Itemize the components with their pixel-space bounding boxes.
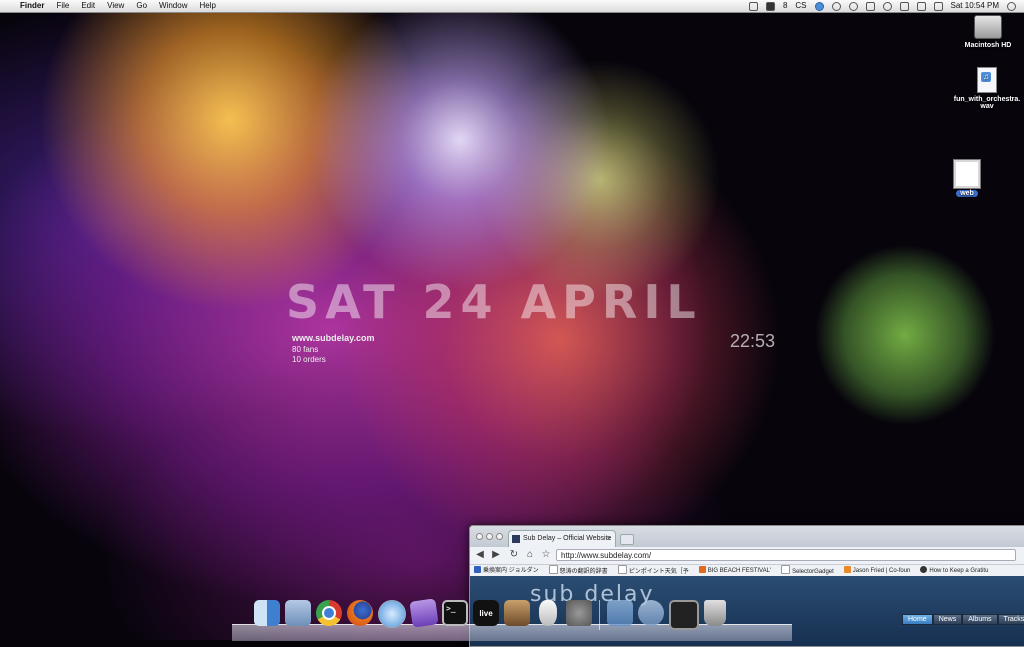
zoom-window-button[interactable]	[496, 533, 503, 540]
system-preferences-icon[interactable]	[566, 600, 592, 626]
wallpaper-site-info: www.subdelay.com 80 fans 10 orders	[292, 333, 375, 365]
chrome-icon[interactable]	[316, 600, 342, 626]
menulet-globe-icon[interactable]	[814, 2, 824, 11]
menulet-cs[interactable]: CS	[795, 0, 806, 12]
menu-clock[interactable]: Sat 10:54 PM	[951, 0, 999, 12]
preview-icon[interactable]	[285, 600, 311, 626]
new-tab-button[interactable]	[620, 534, 634, 545]
bookmark-favicon-icon	[843, 566, 851, 573]
tab-subdelay[interactable]: Sub Delay – Official Website ×	[508, 530, 616, 547]
tab-title: Sub Delay – Official Website	[523, 535, 612, 542]
iphoto-icon[interactable]	[504, 600, 530, 626]
bookmark-label: 怒涛の翻訳的辞書	[559, 569, 608, 575]
spotlight-search-icon[interactable]	[1007, 2, 1016, 11]
forward-button[interactable]: ▶	[490, 549, 502, 560]
desktop-icon-label: Macintosh HD	[964, 42, 1012, 49]
applications-stack-icon[interactable]	[607, 600, 633, 626]
address-bar[interactable]: http://www.subdelay.com/	[556, 549, 1016, 561]
battery-icon[interactable]	[916, 2, 926, 11]
menulet-dark-icon[interactable]	[765, 2, 775, 11]
site-favicon-icon	[512, 535, 520, 543]
reload-button[interactable]: ↻	[508, 549, 520, 560]
menu-window[interactable]: Window	[159, 0, 187, 12]
audio-file-icon: ♫	[977, 67, 997, 93]
utilities-stack-icon[interactable]	[638, 600, 664, 626]
bookmark-favicon-icon	[920, 566, 928, 573]
menu-bar: Finder File Edit View Go Window Help 8 C…	[0, 0, 1024, 13]
menu-view[interactable]: View	[107, 0, 124, 12]
wifi-icon[interactable]	[882, 2, 892, 11]
input-source-icon[interactable]	[933, 2, 943, 11]
menulet-app-icon[interactable]	[748, 2, 758, 11]
bookmark-label: BIG BEACH FESTIVAL'	[707, 568, 772, 574]
finder-icon[interactable]	[254, 600, 280, 626]
menu-app-name[interactable]: Finder	[20, 0, 44, 12]
orders-count: 10 orders	[292, 355, 326, 364]
ableton-live-icon[interactable]: live	[473, 600, 499, 626]
site-url-text: www.subdelay.com	[292, 333, 375, 343]
menulet-number[interactable]: 8	[783, 0, 787, 12]
back-button[interactable]: ◀	[474, 549, 486, 560]
wallpaper-clock: 22:53	[730, 331, 776, 351]
dock-separator	[599, 600, 600, 630]
firefox-icon[interactable]	[347, 600, 373, 626]
site-nav-home[interactable]: Home	[902, 614, 933, 625]
desktop-icon-web-folder[interactable]: web	[932, 159, 1002, 197]
bookmark-star-button[interactable]: ☆	[540, 549, 552, 560]
menulet-sync-icon[interactable]	[831, 2, 841, 11]
desktop-icon-audio-file[interactable]: ♫ fun_with_orchestra.wav	[952, 67, 1022, 110]
mouse-icon[interactable]	[539, 600, 557, 626]
bookmark-label: 乗換案内 ジョルダン	[483, 568, 539, 574]
tab-bar: Sub Delay – Official Website ×	[470, 526, 1024, 547]
folder-icon	[953, 159, 981, 189]
bookmark-page-icon	[781, 565, 791, 574]
bookmark-label: How to Keep a Gratitu	[929, 568, 989, 574]
desktop-icon-macintosh-hd[interactable]: Macintosh HD	[953, 15, 1023, 49]
desktop-icon-label: web	[956, 190, 978, 197]
console-icon[interactable]	[669, 600, 699, 630]
site-nav-news[interactable]: News	[932, 614, 963, 625]
menu-file[interactable]: File	[56, 0, 69, 12]
home-button[interactable]: ⌂	[524, 549, 536, 560]
volume-icon[interactable]	[899, 2, 909, 11]
tab-close-icon[interactable]: ×	[606, 531, 611, 547]
bookmark-label: ピンポイント天気［予	[628, 569, 689, 575]
itunes-icon[interactable]	[409, 598, 439, 628]
bookmark-page-icon	[617, 565, 627, 574]
bookmark-label: SelectorGadget	[792, 569, 834, 575]
menu-help[interactable]: Help	[199, 0, 215, 12]
safari-icon[interactable]	[378, 600, 406, 628]
bookmark-label: Jason Fried | Co-foun	[852, 568, 911, 574]
site-nav-albums[interactable]: Albums	[962, 614, 998, 625]
menu-go[interactable]: Go	[136, 0, 147, 12]
site-nav-tracks[interactable]: Tracks	[997, 614, 1024, 625]
trash-icon[interactable]	[704, 600, 726, 626]
bookmark-page-icon	[548, 565, 558, 574]
terminal-icon[interactable]: >_	[442, 600, 468, 626]
bluetooth-icon[interactable]	[865, 2, 875, 11]
hard-drive-icon	[974, 15, 1002, 39]
bookmark-favicon-icon	[474, 566, 481, 573]
site-nav: Home News Albums Tracks	[902, 614, 1024, 625]
close-window-button[interactable]	[476, 533, 483, 540]
bookmark-favicon-icon	[698, 566, 706, 573]
minimize-window-button[interactable]	[486, 533, 493, 540]
time-machine-icon[interactable]	[848, 2, 858, 11]
menu-edit[interactable]: Edit	[81, 0, 95, 12]
dock: >_ live	[232, 596, 792, 641]
browser-toolbar: ◀ ▶ ↻ ⌂ ☆ http://www.subdelay.com/	[470, 547, 1024, 565]
wallpaper-date: SAT 24 APRIL	[286, 275, 702, 329]
fans-count: 80 fans	[292, 345, 319, 354]
desktop-icon-label: fun_with_orchestra.wav	[953, 96, 1021, 110]
